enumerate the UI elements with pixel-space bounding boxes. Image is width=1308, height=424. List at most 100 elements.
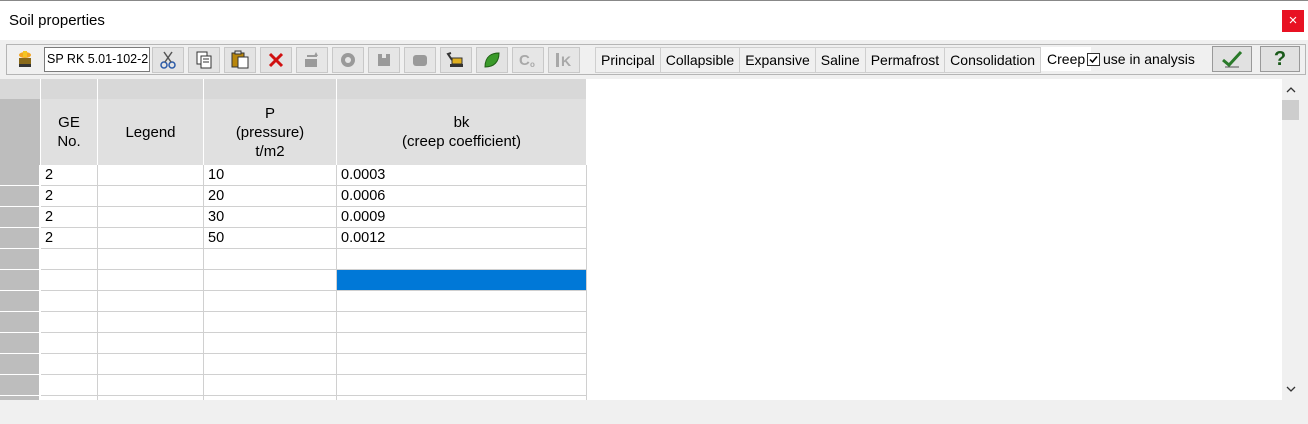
cell-legend[interactable] <box>98 291 204 312</box>
cell-bk[interactable]: 0.0009 <box>337 207 587 228</box>
tab-principal[interactable]: Principal <box>595 47 660 73</box>
cell-legend[interactable] <box>98 270 204 291</box>
cell-legend[interactable] <box>98 354 204 375</box>
scroll-down-icon[interactable] <box>1282 381 1299 398</box>
tab-collapsible[interactable]: Collapsible <box>659 47 740 73</box>
tab-creep[interactable]: Creep <box>1041 47 1092 71</box>
status-area <box>0 400 1308 424</box>
cell-legend[interactable] <box>98 186 204 207</box>
cell-bk[interactable] <box>337 291 587 312</box>
check-pen-icon <box>1222 50 1243 68</box>
header-band <box>41 79 98 99</box>
cell-legend[interactable] <box>98 333 204 354</box>
cell-pressure[interactable] <box>204 249 337 270</box>
cell-ge-no[interactable]: 2 <box>41 228 98 249</box>
cell-ge-no[interactable] <box>41 312 98 333</box>
close-button[interactable]: × <box>1282 10 1304 32</box>
use-in-analysis-label: use in analysis <box>1103 51 1195 67</box>
cell-pressure[interactable] <box>204 375 337 396</box>
col-header-legend[interactable]: Legend <box>98 99 204 165</box>
cell-ge-no[interactable]: 2 <box>41 207 98 228</box>
soil-db-icon[interactable] <box>10 47 40 73</box>
tab-expansive[interactable]: Expansive <box>739 47 815 73</box>
cell-ge-no[interactable] <box>41 375 98 396</box>
paste-icon[interactable] <box>224 47 256 73</box>
cell-pressure[interactable] <box>204 270 337 291</box>
tab-permafrost[interactable]: Permafrost <box>864 47 945 73</box>
row-header[interactable] <box>0 207 40 228</box>
cell-ge-no[interactable]: 2 <box>41 186 98 207</box>
cell-bk[interactable] <box>337 249 587 270</box>
cell-pressure[interactable]: 20 <box>204 186 337 207</box>
row-header[interactable] <box>0 228 40 249</box>
cell-ge-no[interactable] <box>41 249 98 270</box>
layer-icon[interactable] <box>404 47 436 73</box>
cell-legend[interactable] <box>98 165 204 186</box>
col-header-pressure[interactable]: P (pressure) t/m2 <box>204 99 337 165</box>
gear-icon[interactable] <box>332 47 364 73</box>
svg-text:C: C <box>519 52 530 69</box>
cell-pressure[interactable] <box>204 354 337 375</box>
cell-pressure[interactable] <box>204 312 337 333</box>
cell-bk[interactable] <box>337 354 587 375</box>
row-header[interactable] <box>0 312 40 333</box>
vertical-scrollbar[interactable] <box>1282 79 1299 400</box>
c-coefficient-icon[interactable]: Co <box>512 47 544 73</box>
cell-ge-no[interactable] <box>41 270 98 291</box>
hammer-icon[interactable] <box>368 47 400 73</box>
row-header[interactable] <box>0 186 40 207</box>
cell-pressure[interactable] <box>204 291 337 312</box>
col-header-ge-no[interactable]: GE No. <box>41 99 98 165</box>
row-header[interactable] <box>0 291 40 312</box>
cell-legend[interactable] <box>98 312 204 333</box>
svg-text:o: o <box>530 60 535 69</box>
row-header[interactable] <box>0 270 40 291</box>
cell-ge-no[interactable] <box>41 333 98 354</box>
help-button[interactable]: ? <box>1260 46 1300 72</box>
scroll-up-icon[interactable] <box>1282 81 1299 98</box>
cell-ge-no[interactable]: 2 <box>41 165 98 186</box>
cell-bk[interactable]: 0.0006 <box>337 186 587 207</box>
tab-strip: Principal Collapsible Expansive Saline P… <box>595 47 1092 73</box>
col-header-bk[interactable]: bk (creep coefficient) <box>337 99 587 165</box>
cell-pressure[interactable]: 50 <box>204 228 337 249</box>
cell-bk[interactable] <box>337 333 587 354</box>
cell-ge-no[interactable] <box>41 354 98 375</box>
cell-legend[interactable] <box>98 249 204 270</box>
copy-icon[interactable] <box>188 47 220 73</box>
tab-consolidation[interactable]: Consolidation <box>944 47 1042 73</box>
k-coefficient-icon[interactable]: K <box>548 47 580 73</box>
use-in-analysis-toggle[interactable]: use in analysis <box>1087 51 1195 67</box>
row-header[interactable] <box>0 333 40 354</box>
cell-bk[interactable] <box>337 312 587 333</box>
cell-bk[interactable]: 0.0003 <box>337 165 587 186</box>
cell-pressure[interactable] <box>204 333 337 354</box>
delete-icon[interactable] <box>260 47 292 73</box>
cut-icon[interactable] <box>152 47 184 73</box>
tab-saline[interactable]: Saline <box>814 47 865 73</box>
cell-pressure[interactable]: 30 <box>204 207 337 228</box>
cell-bk[interactable] <box>337 375 587 396</box>
standard-combo[interactable]: SP RK 5.01-102-2 <box>44 47 150 72</box>
cell-legend[interactable] <box>98 228 204 249</box>
leaf-icon[interactable] <box>476 47 508 73</box>
excavator-icon[interactable] <box>440 47 472 73</box>
apply-button[interactable] <box>1212 46 1252 72</box>
row-header[interactable] <box>0 354 40 375</box>
header-band <box>0 79 41 99</box>
cell-pressure[interactable]: 10 <box>204 165 337 186</box>
cell-legend[interactable] <box>98 375 204 396</box>
header-band <box>98 79 204 99</box>
cell-bk[interactable]: 0.0012 <box>337 228 587 249</box>
row-header[interactable] <box>0 375 40 396</box>
cell-legend[interactable] <box>98 207 204 228</box>
add-layer-icon[interactable] <box>296 47 328 73</box>
header-band <box>204 79 337 99</box>
cell-ge-no[interactable] <box>41 291 98 312</box>
use-in-analysis-checkbox[interactable] <box>1087 52 1100 66</box>
title-bar: Soil properties × <box>0 0 1308 40</box>
row-header[interactable] <box>0 165 40 186</box>
cell-bk[interactable] <box>337 270 587 291</box>
row-header[interactable] <box>0 249 40 270</box>
scroll-thumb[interactable] <box>1282 100 1299 120</box>
